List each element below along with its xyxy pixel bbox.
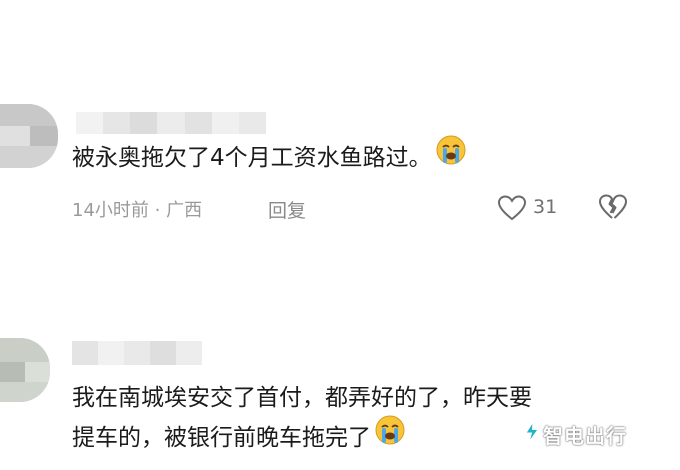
- reply-button[interactable]: 回复: [268, 196, 306, 223]
- comment-body: 提车的，被银行前晚车拖完了: [72, 425, 371, 451]
- like-count: 31: [533, 196, 558, 218]
- watermark-logo-icon: [523, 421, 541, 447]
- commenter-name-blurred[interactable]: [72, 341, 202, 365]
- commenter-avatar[interactable]: [0, 104, 58, 168]
- comment-text-line: 提车的，被银行前晚车拖完了: [72, 415, 405, 458]
- comment-text: 被永奥拖欠了4个月工资水鱼路过。: [72, 135, 466, 178]
- heart-outline-icon[interactable]: [497, 194, 527, 226]
- loudly-crying-face-icon: [375, 415, 405, 458]
- comment-body: 被永奥拖欠了4个月工资水鱼路过。: [72, 145, 432, 171]
- commenter-name-blurred[interactable]: [76, 112, 266, 134]
- watermark-text: 智电出行: [543, 423, 627, 448]
- commenter-avatar[interactable]: [0, 338, 50, 402]
- comment-text-line: 我在南城埃安交了首付，都弄好的了，昨天要: [72, 385, 532, 411]
- watermark: 智电出行: [523, 420, 627, 448]
- loudly-crying-face-icon: [436, 135, 466, 178]
- broken-heart-icon[interactable]: [598, 193, 628, 226]
- comment-time-location: 14小时前 · 广西: [72, 200, 203, 221]
